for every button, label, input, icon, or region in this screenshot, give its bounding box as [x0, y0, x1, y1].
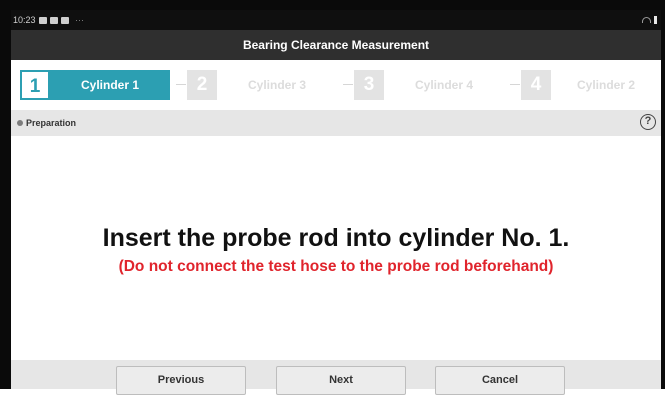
next-button[interactable]: Next — [276, 366, 406, 395]
step-3[interactable]: 3 Cylinder 4 — [354, 70, 504, 100]
step-number: 3 — [354, 70, 384, 100]
status-bar: 10:23 ··· — [11, 10, 661, 30]
step-connector — [343, 84, 353, 85]
step-4[interactable]: 4 Cylinder 2 — [521, 70, 661, 100]
section-title: Preparation — [26, 118, 77, 128]
step-label: Cylinder 3 — [247, 78, 307, 92]
instruction-text: Insert the probe rod into cylinder No. 1… — [102, 224, 570, 252]
help-icon[interactable]: ? — [640, 114, 656, 130]
step-2[interactable]: 2 Cylinder 3 — [187, 70, 337, 100]
status-system-icons — [642, 10, 657, 30]
step-connector — [510, 84, 520, 85]
step-progress: 1 Cylinder 1 2 Cylinder 3 3 Cylinder 4 4… — [11, 60, 661, 110]
device-screen: 10:23 ··· Bearing Clearance Measurement … — [0, 0, 665, 395]
status-time: 10:23 — [13, 15, 36, 25]
wifi-icon — [642, 17, 651, 23]
battery-icon — [654, 16, 657, 24]
image-icon — [39, 16, 47, 24]
step-label: Cylinder 1 — [80, 78, 140, 92]
calendar-icon — [50, 16, 58, 24]
mail-icon — [61, 16, 69, 24]
warning-text: (Do not connect the test hose to the pro… — [118, 258, 554, 275]
step-1[interactable]: 1 Cylinder 1 — [20, 70, 170, 100]
instruction-panel: Insert the probe rod into cylinder No. 1… — [11, 136, 661, 360]
window-title: Bearing Clearance Measurement — [11, 30, 661, 60]
status-notification-icons — [39, 10, 69, 30]
bullet-icon — [17, 120, 23, 126]
step-number: 4 — [521, 70, 551, 100]
step-label: Cylinder 4 — [414, 78, 474, 92]
step-number: 1 — [20, 70, 50, 100]
section-header: Preparation ? — [11, 110, 661, 136]
cancel-button[interactable]: Cancel — [435, 366, 565, 395]
step-number: 2 — [187, 70, 217, 100]
button-bar: Previous Next Cancel — [11, 360, 661, 395]
step-connector — [176, 84, 186, 85]
step-label: Cylinder 2 — [576, 78, 636, 92]
status-more: ··· — [75, 15, 84, 25]
previous-button[interactable]: Previous — [116, 366, 246, 395]
